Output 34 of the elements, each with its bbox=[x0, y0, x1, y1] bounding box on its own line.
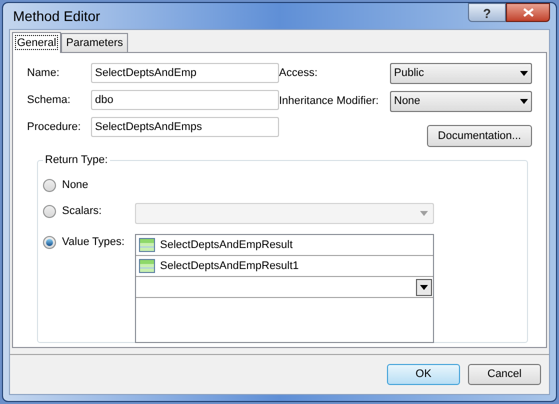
documentation-button[interactable]: Documentation... bbox=[427, 125, 532, 147]
caret-icon bbox=[420, 284, 428, 290]
field-label: Procedure: bbox=[27, 120, 82, 135]
text-field[interactable]: SelectDeptsAndEmp bbox=[91, 63, 279, 83]
dropdown[interactable]: None bbox=[390, 91, 532, 112]
text-field[interactable]: dbo bbox=[91, 90, 279, 110]
text-field[interactable]: SelectDeptsAndEmps bbox=[91, 117, 279, 137]
tab[interactable]: Parameters bbox=[61, 33, 128, 52]
dialog-button[interactable]: OK bbox=[387, 364, 460, 385]
help-button[interactable]: ? bbox=[468, 3, 506, 22]
close-button[interactable] bbox=[506, 3, 550, 22]
radio-button[interactable] bbox=[43, 178, 56, 192]
caret-icon bbox=[520, 99, 528, 104]
field-label: Access: bbox=[279, 66, 319, 82]
radio-button[interactable] bbox=[43, 236, 56, 249]
close-icon bbox=[522, 8, 534, 17]
table-icon bbox=[139, 238, 155, 252]
radio-label: Scalars: bbox=[62, 204, 102, 219]
field-label: Inheritance Modifier: bbox=[279, 94, 380, 110]
table-icon bbox=[139, 259, 155, 273]
caret-icon bbox=[520, 71, 528, 76]
tab[interactable]: General bbox=[12, 32, 62, 53]
field-label: Name: bbox=[27, 66, 60, 81]
list-item[interactable]: SelectDeptsAndEmpResult bbox=[136, 235, 433, 256]
list-item[interactable]: SelectDeptsAndEmpResult1 bbox=[136, 256, 433, 277]
dropdown-button[interactable] bbox=[416, 278, 432, 296]
field-label: Schema: bbox=[27, 92, 72, 108]
dropdown[interactable]: Public bbox=[390, 63, 532, 84]
radio-label: Value Types: bbox=[62, 235, 125, 250]
group-title: Return Type: bbox=[43, 153, 110, 167]
caret-icon bbox=[420, 211, 428, 216]
radio-label: None bbox=[62, 178, 88, 193]
window-title: Method Editor bbox=[12, 6, 100, 26]
dialog-button[interactable]: Cancel bbox=[468, 364, 541, 385]
